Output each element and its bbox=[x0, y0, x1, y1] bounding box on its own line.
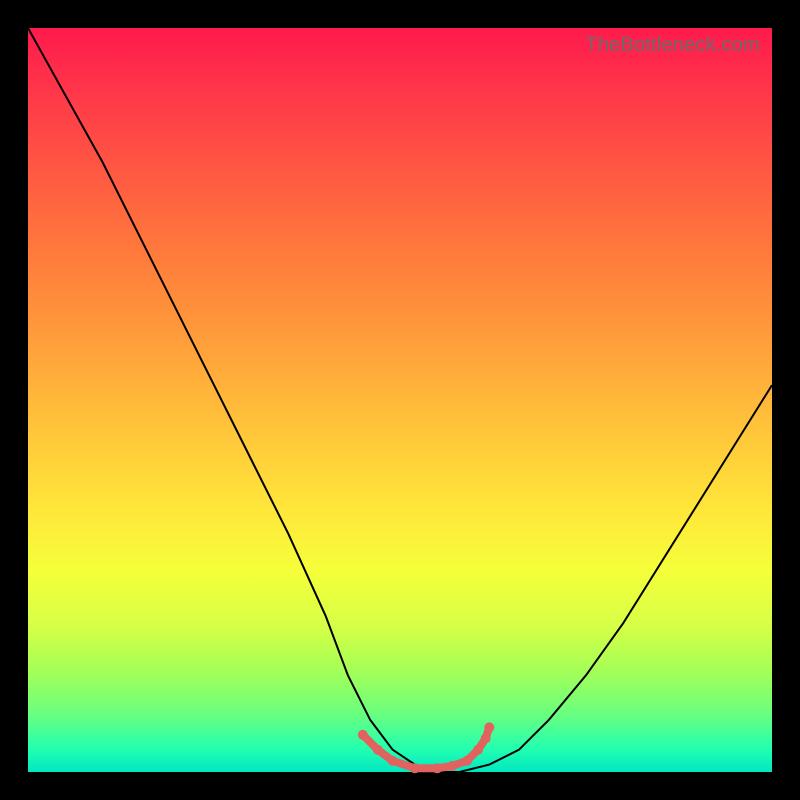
marker-dot bbox=[410, 763, 420, 773]
marker-dot bbox=[358, 730, 368, 740]
chart-svg bbox=[28, 28, 772, 772]
marker-dot bbox=[388, 756, 398, 766]
marker-dot bbox=[432, 763, 442, 773]
marker-dot bbox=[481, 734, 491, 744]
marker-dot bbox=[473, 745, 483, 755]
plot-area: TheBottleneck.com bbox=[28, 28, 772, 772]
marker-dot bbox=[484, 722, 494, 732]
marker-dot bbox=[447, 761, 457, 771]
bottleneck-curve bbox=[28, 28, 772, 772]
chart-frame: TheBottleneck.com bbox=[0, 0, 800, 800]
marker-dot bbox=[462, 756, 472, 766]
marker-dot bbox=[373, 745, 383, 755]
